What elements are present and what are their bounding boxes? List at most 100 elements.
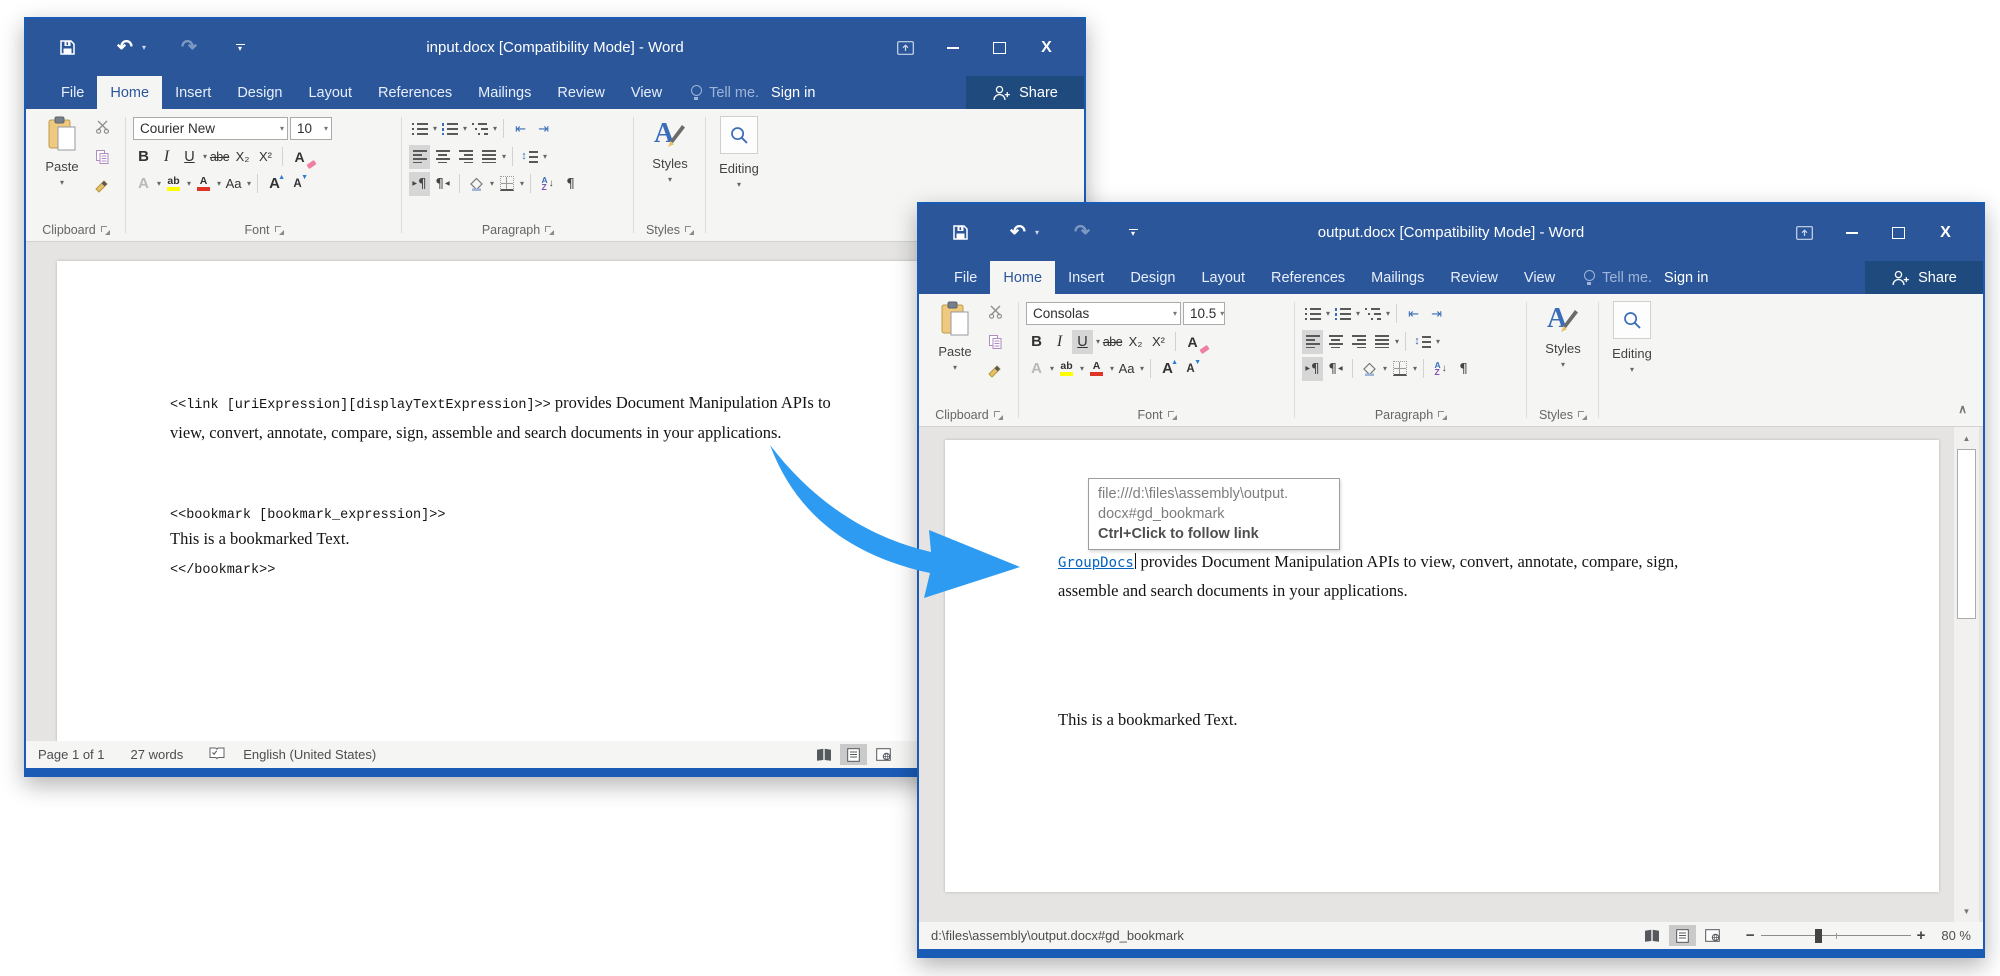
- font-name-combo[interactable]: Consolas▾: [1026, 302, 1181, 325]
- superscript-button[interactable]: X²: [255, 145, 276, 169]
- borders-button[interactable]: [1389, 357, 1410, 381]
- align-center-button[interactable]: [432, 145, 453, 169]
- clear-formatting-button[interactable]: A: [1182, 330, 1203, 354]
- undo-icon[interactable]: ↶: [1005, 221, 1031, 244]
- shading-button[interactable]: [466, 172, 487, 196]
- paste-button[interactable]: Paste ▾: [927, 294, 983, 372]
- align-right-button[interactable]: [1348, 330, 1369, 354]
- redo-icon[interactable]: ↷: [176, 36, 202, 59]
- underline-dropdown-icon[interactable]: ▾: [1096, 337, 1100, 346]
- paste-dropdown-icon[interactable]: ▾: [953, 364, 957, 372]
- minimize-button[interactable]: [929, 19, 976, 76]
- tab-review[interactable]: Review: [544, 76, 618, 109]
- styles-button[interactable]: A Styles ▾: [1527, 294, 1599, 369]
- multilevel-list-button[interactable]: [1362, 302, 1383, 326]
- groupdocs-hyperlink[interactable]: GroupDocs: [1058, 555, 1134, 571]
- document-page[interactable]: <<link [uriExpression][displayTextExpres…: [57, 261, 1009, 741]
- ribbon-display-options-icon[interactable]: [882, 19, 929, 76]
- zoom-slider-thumb[interactable]: [1815, 929, 1822, 943]
- tab-layout[interactable]: Layout: [295, 76, 365, 109]
- change-case-button[interactable]: Aa: [223, 172, 244, 196]
- bullets-button[interactable]: [1302, 302, 1323, 326]
- numbering-button[interactable]: [1332, 302, 1353, 326]
- show-formatting-marks-button[interactable]: ¶: [560, 172, 581, 196]
- line-spacing-button[interactable]: ↕: [519, 145, 540, 169]
- grow-font-button[interactable]: A▲: [1157, 357, 1178, 381]
- redo-icon[interactable]: ↷: [1069, 221, 1095, 244]
- shrink-font-button[interactable]: A▼: [1180, 357, 1201, 381]
- styles-dropdown-icon[interactable]: ▾: [668, 176, 672, 184]
- sort-button[interactable]: AZ↓: [1430, 357, 1451, 381]
- tab-references[interactable]: References: [1258, 261, 1358, 294]
- borders-dropdown-icon[interactable]: ▾: [1413, 364, 1417, 373]
- bold-button[interactable]: B: [133, 145, 154, 169]
- undo-dropdown-icon[interactable]: ▾: [138, 43, 150, 52]
- sign-in[interactable]: Sign in: [763, 76, 823, 109]
- paragraph-dialog-launcher-icon[interactable]: [1438, 411, 1447, 420]
- close-button[interactable]: X: [1922, 204, 1969, 261]
- tab-home[interactable]: Home: [97, 76, 162, 109]
- line-spacing-button[interactable]: ↕: [1412, 330, 1433, 354]
- page-indicator[interactable]: Page 1 of 1: [38, 747, 105, 762]
- increase-indent-button[interactable]: ⇥: [1426, 302, 1447, 326]
- underline-dropdown-icon[interactable]: ▾: [203, 152, 207, 161]
- highlight-button[interactable]: ab: [1056, 357, 1077, 381]
- tab-insert[interactable]: Insert: [1055, 261, 1117, 294]
- format-painter-icon[interactable]: [987, 365, 1003, 385]
- change-case-dropdown-icon[interactable]: ▾: [247, 179, 251, 188]
- undo-dropdown-icon[interactable]: ▾: [1031, 228, 1043, 237]
- close-button[interactable]: X: [1023, 19, 1070, 76]
- customize-qat-icon[interactable]: ▾: [232, 44, 248, 52]
- shading-dropdown-icon[interactable]: ▾: [490, 179, 494, 188]
- copy-icon[interactable]: [95, 149, 110, 170]
- bullets-button[interactable]: [409, 117, 430, 141]
- show-formatting-marks-button[interactable]: ¶: [1453, 357, 1474, 381]
- font-name-combo[interactable]: Courier New▾: [133, 117, 288, 140]
- underline-button[interactable]: U: [1072, 330, 1093, 354]
- justify-button[interactable]: [478, 145, 499, 169]
- highlight-dropdown-icon[interactable]: ▾: [187, 179, 191, 188]
- copy-icon[interactable]: [988, 334, 1003, 355]
- paste-button[interactable]: Paste ▾: [34, 109, 90, 187]
- tab-home[interactable]: Home: [990, 261, 1055, 294]
- clipboard-dialog-launcher-icon[interactable]: [994, 411, 1003, 420]
- minimize-button[interactable]: [1828, 204, 1875, 261]
- titlebar[interactable]: ↶ ▾ ↷ ▾ output.docx [Compatibility Mode]…: [919, 204, 1983, 261]
- editing-dropdown-icon[interactable]: ▾: [1630, 366, 1634, 374]
- vertical-scrollbar[interactable]: ▲ ▼: [1953, 427, 1979, 922]
- italic-button[interactable]: I: [1049, 330, 1070, 354]
- zoom-control[interactable]: − +: [1740, 927, 1932, 944]
- editing-button[interactable]: Editing ▾: [1599, 294, 1665, 374]
- rtl-direction-button[interactable]: ¶◀: [1325, 357, 1346, 381]
- align-left-button[interactable]: [1302, 330, 1323, 354]
- ltr-direction-button[interactable]: ▶¶: [409, 172, 430, 196]
- status-bar[interactable]: d:\files\assembly\output.docx#gd_bookmar…: [919, 922, 1983, 949]
- font-size-combo[interactable]: 10.5▾: [1183, 302, 1225, 325]
- editing-dropdown-icon[interactable]: ▾: [737, 181, 741, 189]
- titlebar[interactable]: ↶ ▾ ↷ ▾ input.docx [Compatibility Mode] …: [26, 19, 1084, 76]
- read-mode-icon[interactable]: [810, 744, 837, 765]
- styles-dialog-launcher-icon[interactable]: [685, 226, 694, 235]
- document-area[interactable]: file:///d:\files\assembly\output. docx#g…: [919, 427, 1983, 922]
- change-case-dropdown-icon[interactable]: ▾: [1140, 364, 1144, 373]
- cut-icon[interactable]: [95, 119, 110, 139]
- tab-file[interactable]: File: [941, 261, 990, 294]
- language-indicator[interactable]: English (United States): [243, 747, 376, 762]
- scroll-up-icon[interactable]: ▲: [1954, 429, 1979, 447]
- paste-dropdown-icon[interactable]: ▾: [60, 179, 64, 187]
- tab-mailings[interactable]: Mailings: [1358, 261, 1437, 294]
- zoom-out-icon[interactable]: −: [1740, 927, 1761, 944]
- align-right-button[interactable]: [455, 145, 476, 169]
- strikethrough-button[interactable]: abe: [209, 145, 230, 169]
- save-icon[interactable]: [52, 39, 82, 56]
- share-button[interactable]: Share: [1865, 261, 1983, 294]
- font-color-dropdown-icon[interactable]: ▾: [217, 179, 221, 188]
- web-layout-icon[interactable]: [1699, 925, 1726, 946]
- tab-file[interactable]: File: [48, 76, 97, 109]
- tell-me[interactable]: Tell me.: [1580, 261, 1656, 294]
- proofing-icon[interactable]: [209, 746, 225, 763]
- undo-icon[interactable]: ↶: [112, 36, 138, 59]
- zoom-percentage[interactable]: 80 %: [1941, 928, 1971, 943]
- scroll-down-icon[interactable]: ▼: [1954, 902, 1979, 920]
- collapse-ribbon-icon[interactable]: ∧: [1958, 402, 1967, 416]
